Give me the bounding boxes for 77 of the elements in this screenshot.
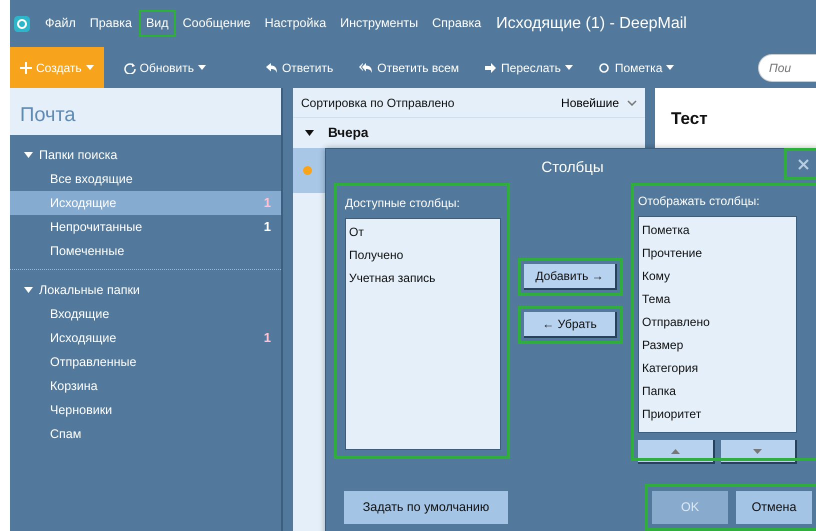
arrow-right-icon [485,62,498,74]
column-list-item[interactable]: Получено [349,246,497,269]
toolbar-button[interactable]: Ответить всем [349,47,470,88]
menu-item[interactable]: Сообщение [176,10,258,37]
folder-label: Отправленные [50,354,136,371]
date-group-header[interactable]: Вчера [293,118,645,148]
move-up-button[interactable] [638,440,714,464]
column-list-item[interactable]: Кому [642,267,793,290]
folder-label: Исходящие [50,194,116,212]
column-list-item[interactable]: Пометка [642,221,793,244]
move-down-button[interactable] [720,440,797,464]
column-list-item[interactable]: Приоритет [642,405,793,428]
chevron-down-icon [627,100,637,106]
toolbar-button[interactable]: Ответить [256,47,344,88]
toolbar-button[interactable]: Пометка [588,47,684,88]
folder-item[interactable]: Непрочитанные 1 [10,215,281,239]
folder-label: Спам [50,426,82,443]
window-title: Исходящие (1) - DeepMail [496,14,687,34]
menu-item[interactable]: Инструменты [333,10,426,37]
folder-label: Исходящие [50,330,116,347]
triangle-up-icon [670,448,680,454]
folder-group-header[interactable]: Локальные папки [10,278,281,302]
close-button[interactable] [787,151,816,177]
triangle-down-icon [753,448,762,454]
list-label: Отображать столбцы: [638,193,761,210]
list-label: Доступные столбцы: [345,195,461,212]
folder-group-header[interactable]: Папки поиска [10,143,281,167]
column-list-item[interactable]: Прочтение [642,244,793,267]
folder-label: Непрочитанные [50,218,142,236]
folder-item[interactable]: Входящие [10,302,281,326]
cancel-button[interactable]: Отмена [736,491,812,524]
menu-item[interactable]: Файл [38,10,83,37]
folder-label: Входящие [50,306,110,323]
unread-count: 1 [264,194,271,212]
close-icon [798,158,808,170]
folder-item[interactable]: Исходящие 1 [10,191,281,215]
app-logo-icon [14,16,30,32]
remove-button[interactable]: ← Убрать [524,312,617,338]
column-list-item[interactable]: Категория [642,359,793,382]
folder-label: Помеченные [50,242,124,260]
reply-all-icon [359,62,374,74]
menu-item[interactable]: Правка [82,10,139,37]
reply-icon [266,62,278,74]
menu-item[interactable]: Вид [138,10,176,37]
unread-count: 1 [264,218,271,236]
folder-item[interactable]: Все входящие [10,167,281,191]
plus-icon [20,62,32,74]
folder-item[interactable]: Спам [10,422,281,446]
folder-item[interactable]: Черновики [10,398,281,422]
folder-item[interactable]: Корзина [10,374,281,398]
column-list-item[interactable]: Учетная запись [349,269,497,292]
sort-label: Сортировка по Отправлено [301,94,454,112]
folder-label: Черновики [50,402,112,419]
default-button[interactable]: Задать по умолчанию [344,491,508,524]
column-list-item[interactable]: Размер [642,336,793,359]
folder-item[interactable]: Помеченные [10,239,281,263]
toolbar-button[interactable]: Обновить [114,47,216,88]
toolbar-button[interactable]: Переслать [475,47,583,88]
sidebar-title: Почта [10,88,281,135]
column-list-item[interactable]: Отправлено [642,313,793,336]
column-list-item[interactable]: Папка [642,382,793,405]
folder-item[interactable]: Отправленные [10,350,281,374]
folder-label: Корзина [50,378,98,395]
menu-item[interactable]: Справка [425,10,488,37]
search-field[interactable]: Пои [758,54,816,82]
folder-label: Все входящие [50,170,133,188]
refresh-icon [124,62,136,74]
column-list-item[interactable]: Тема [642,290,793,313]
column-list-item[interactable]: От [349,223,497,246]
circle-icon [598,62,611,74]
folder-item[interactable]: Исходящие 1 [10,326,281,350]
unread-count: 1 [264,329,271,348]
add-button[interactable]: Добавить → [524,264,617,290]
menu-item[interactable]: Настройка [258,10,334,37]
dialog-title: Столбцы [540,158,605,178]
sort-order-dropdown[interactable]: Новейшие [561,94,637,112]
message-subject: Тест [671,108,709,130]
